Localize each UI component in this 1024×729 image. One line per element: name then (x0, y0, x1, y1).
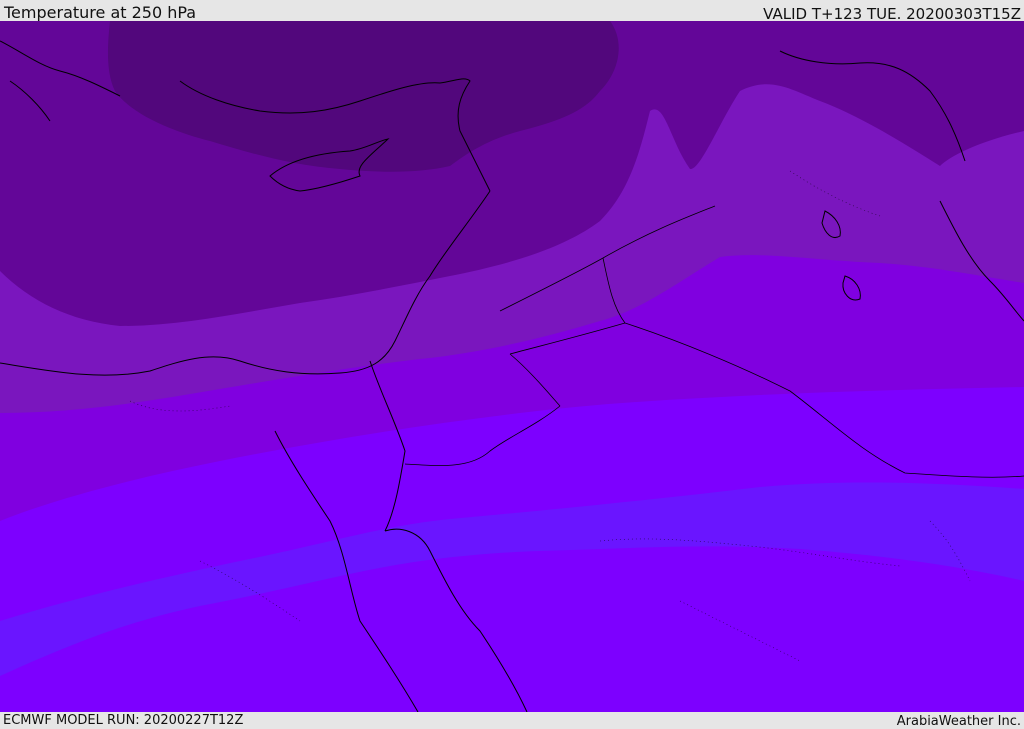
temperature-map-svg (0, 21, 1024, 712)
header-bar: Temperature at 250 hPa VALID T+123 TUE. … (0, 0, 1024, 23)
credit-label: ArabiaWeather Inc. (896, 714, 1021, 729)
footer-bar: ECMWF MODEL RUN: 20200227T12Z ArabiaWeat… (0, 712, 1024, 729)
map-title: Temperature at 250 hPa (4, 3, 197, 22)
weather-map[interactable] (0, 21, 1024, 712)
model-run-label: ECMWF MODEL RUN: 20200227T12Z (3, 713, 244, 728)
